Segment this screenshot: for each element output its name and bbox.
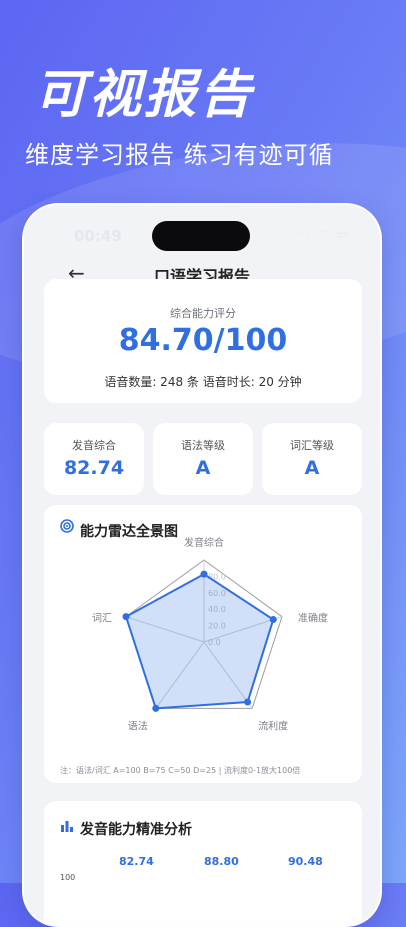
phone-frame: 00:49 ··· ⌔ ▭ ← 口语学习报告 综合能力评分 84.70/100 … xyxy=(22,203,382,927)
stat-card-grammar: 语法等级 A xyxy=(153,423,253,495)
dynamic-island xyxy=(152,221,250,251)
stat-label: 发音综合 xyxy=(72,439,116,452)
stat-label: 语法等级 xyxy=(181,439,225,452)
bar-value: 88.80 xyxy=(204,855,239,868)
score-value: 84.70/100 xyxy=(118,323,288,358)
radar-axis-label: 语法 xyxy=(128,719,148,732)
stat-value: 82.74 xyxy=(63,457,125,479)
radar-chart: 0.020.040.060.080.0发音综合准确度流利度语法词汇 xyxy=(92,536,328,732)
score-label: 综合能力评分 xyxy=(170,307,236,320)
score-meta: 语音数量: 248 条 语音时长: 20 分钟 xyxy=(104,375,302,389)
hero-title: 可视报告 xyxy=(34,65,255,125)
hero-subtitle: 维度学习报告 练习有迹可循 xyxy=(25,141,334,169)
radar-axis-label: 准确度 xyxy=(298,612,328,625)
radar-point xyxy=(122,613,130,621)
stat-value: A xyxy=(304,457,320,479)
bar-analysis-card: 发音能力精准分析 82.74 88.80 90.48 100 xyxy=(44,801,362,925)
status-icons: ··· ⌔ ▭ xyxy=(294,227,350,241)
bar-value: 82.74 xyxy=(119,855,154,868)
radar-axis-label: 发音综合 xyxy=(184,536,224,549)
score-card: 综合能力评分 84.70/100 语音数量: 248 条 语音时长: 20 分钟 xyxy=(44,279,362,403)
stat-card-pronunciation: 发音综合 82.74 xyxy=(44,423,144,495)
radar-point xyxy=(200,570,208,578)
status-time: 00:49 xyxy=(74,227,122,245)
bar-axis-tick: 100 xyxy=(60,873,76,882)
radar-point xyxy=(269,615,277,623)
radar-note: 注：语法/词汇 A=100 B=75 C=50 D=25 | 流利度0-1放大1… xyxy=(60,766,301,775)
radar-axis-label: 流利度 xyxy=(258,719,288,732)
bar-chart-icon xyxy=(61,821,73,832)
bar-value: 90.48 xyxy=(288,855,323,868)
bar-section-title: 发音能力精准分析 xyxy=(80,822,192,838)
radar-axis-label: 词汇 xyxy=(92,612,112,625)
stat-value: A xyxy=(195,457,211,479)
stat-card-vocabulary: 词汇等级 A xyxy=(262,423,362,495)
status-bar: 00:49 ··· ⌔ ▭ xyxy=(24,205,380,257)
radar-point xyxy=(152,704,160,712)
radar-card: 能力雷达全景图 0.020.040.060.080.0发音综合准确度流利度语法词… xyxy=(44,505,362,783)
stat-label: 词汇等级 xyxy=(290,439,334,452)
radar-point xyxy=(244,698,252,706)
